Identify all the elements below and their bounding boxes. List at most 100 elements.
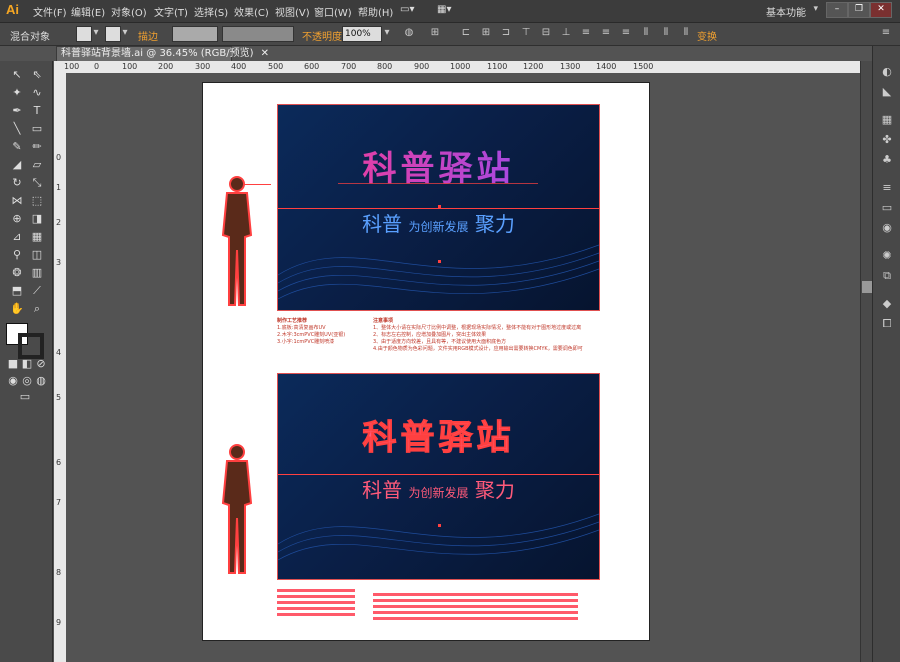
menu-effect[interactable]: 效果(C) xyxy=(234,4,269,19)
align-left-icon[interactable]: ⊏ xyxy=(460,27,472,39)
ruler-h-label: 100 xyxy=(122,62,138,71)
direct-selection-tool-icon[interactable]: ⇖ xyxy=(28,67,46,83)
arrange-documents-icon[interactable]: ▦▾ xyxy=(437,4,451,15)
swatches-panel-icon[interactable]: ▦ xyxy=(879,112,895,128)
ruler-h-label: 300 xyxy=(195,62,211,71)
align-center-icon[interactable]: ⊞ xyxy=(480,27,492,39)
panel-menu-icon[interactable]: ≡ xyxy=(880,27,892,39)
gradient-panel-icon[interactable]: ▭ xyxy=(879,200,895,216)
distribute-middle-icon[interactable]: ≡ xyxy=(600,27,612,39)
align-middle-icon[interactable]: ⊟ xyxy=(540,27,552,39)
align-bottom-icon[interactable]: ⊥ xyxy=(560,27,572,39)
symbol-sprayer-tool-icon[interactable]: ❂ xyxy=(8,265,26,281)
fill-dropdown-icon[interactable]: ▾ xyxy=(90,27,102,39)
blob-brush-tool-icon[interactable]: ◢ xyxy=(8,157,26,173)
opacity-field[interactable]: 100% xyxy=(342,26,382,42)
brushes-panel-icon[interactable]: ✤ xyxy=(879,132,895,148)
free-transform-tool-icon[interactable]: ⬚ xyxy=(28,193,46,209)
graph-tool-icon[interactable]: ▥ xyxy=(28,265,46,281)
type-tool-icon[interactable]: T xyxy=(28,103,46,119)
live-paint-tool-icon[interactable]: ◨ xyxy=(28,211,46,227)
app-logo: Ai xyxy=(6,2,19,17)
distribute-center-icon[interactable]: ⫴ xyxy=(660,27,672,39)
distribute-bottom-icon[interactable]: ≡ xyxy=(620,27,632,39)
canvas[interactable]: 科普驿站 科普 为创新发展 聚力 制作工艺推荐 1.底板:高清复画布UV 2.木… xyxy=(66,73,860,662)
symbols-panel-icon[interactable]: ♣ xyxy=(879,152,895,168)
shape-builder-tool-icon[interactable]: ⊕ xyxy=(8,211,26,227)
artboards-panel-icon[interactable]: ⧠ xyxy=(879,316,895,332)
color-panel-icon[interactable]: ◐ xyxy=(879,64,895,80)
artboard-tool-icon[interactable]: ⬒ xyxy=(8,283,26,299)
design-panel-bottom[interactable]: 科普驿站 科普 为创新发展 聚力 xyxy=(277,373,600,580)
blend-tool-icon[interactable]: ◫ xyxy=(28,247,46,263)
distribute-right-icon[interactable]: ⫴ xyxy=(680,27,692,39)
rotate-tool-icon[interactable]: ↻ xyxy=(8,175,26,191)
design-panel-top[interactable]: 科普驿站 科普 为创新发展 聚力 xyxy=(277,104,600,311)
hand-tool-icon[interactable]: ✋ xyxy=(8,301,26,317)
pencil-tool-icon[interactable]: ✏ xyxy=(28,139,46,155)
graphic-styles-icon[interactable]: ⧉ xyxy=(879,268,895,284)
recolor-artwork-icon[interactable]: ◍ xyxy=(403,27,415,39)
workspace-switcher[interactable]: 基本功能 xyxy=(766,4,806,19)
isolate-group-icon[interactable]: ⊞ xyxy=(429,27,441,39)
draw-inside-icon[interactable]: ◍ xyxy=(32,373,50,389)
opacity-label[interactable]: 不透明度 xyxy=(302,28,342,43)
zoom-tool-icon[interactable]: ⌕ xyxy=(28,301,46,317)
bridge-icon[interactable]: ▭▾ xyxy=(400,4,414,15)
menu-window[interactable]: 窗口(W) xyxy=(314,4,352,19)
stroke-panel-icon[interactable]: ≡ xyxy=(879,180,895,196)
menu-edit[interactable]: 编辑(E) xyxy=(71,4,105,19)
menu-select[interactable]: 选择(S) xyxy=(194,4,228,19)
menu-view[interactable]: 视图(V) xyxy=(275,4,310,19)
transparency-panel-icon[interactable]: ◉ xyxy=(879,220,895,236)
align-top-icon[interactable]: ⊤ xyxy=(520,27,532,39)
pen-tool-icon[interactable]: ✒ xyxy=(8,103,26,119)
color-guide-icon[interactable]: ◣ xyxy=(879,84,895,100)
width-tool-icon[interactable]: ⋈ xyxy=(8,193,26,209)
menu-type[interactable]: 文字(T) xyxy=(154,4,188,19)
stroke-weight-field[interactable] xyxy=(172,26,218,42)
scale-tool-icon[interactable]: ⤡ xyxy=(28,175,46,191)
stroke-label[interactable]: 描边 xyxy=(138,28,158,43)
lasso-tool-icon[interactable]: ∿ xyxy=(28,85,46,101)
ruler-h-label: 200 xyxy=(158,62,174,71)
none-mode-icon[interactable]: ⊘ xyxy=(32,356,50,372)
line-tool-icon[interactable]: ╲ xyxy=(8,121,26,137)
document-tab-close-icon[interactable]: ✕ xyxy=(261,48,269,59)
appearance-panel-icon[interactable]: ✺ xyxy=(879,248,895,264)
workspace-chevron-icon[interactable]: ▾ xyxy=(813,4,818,14)
opacity-dropdown-icon[interactable]: ▾ xyxy=(381,27,393,39)
human-silhouette-figure[interactable] xyxy=(217,175,257,310)
paintbrush-tool-icon[interactable]: ✎ xyxy=(8,139,26,155)
menu-file[interactable]: 文件(F) xyxy=(33,4,67,19)
layers-panel-icon[interactable]: ◆ xyxy=(879,296,895,312)
selection-tool-icon[interactable]: ↖ xyxy=(8,67,26,83)
menu-object[interactable]: 对象(O) xyxy=(111,4,147,19)
slice-tool-icon[interactable]: ⟋ xyxy=(28,283,46,299)
notes-attention-item: 3、由于适度方向较差，且具有等，不建议使用大面积底色方 xyxy=(373,339,507,345)
mesh-tool-icon[interactable]: ▦ xyxy=(28,229,46,245)
menu-help[interactable]: 帮助(H) xyxy=(358,4,393,19)
close-button[interactable]: ✕ xyxy=(870,2,892,18)
screen-mode-icon[interactable]: ▭ xyxy=(16,389,34,405)
human-silhouette-figure[interactable] xyxy=(217,443,257,578)
magic-wand-tool-icon[interactable]: ✦ xyxy=(8,85,26,101)
perspective-grid-tool-icon[interactable]: ⊿ xyxy=(8,229,26,245)
stroke-dropdown-icon[interactable]: ▾ xyxy=(119,27,131,39)
distribute-left-icon[interactable]: ⫴ xyxy=(640,27,652,39)
document-tab[interactable]: 科普驿站背景墙.ai @ 36.45% (RGB/预览) ✕ xyxy=(56,46,269,62)
eraser-tool-icon[interactable]: ▱ xyxy=(28,157,46,173)
scrollbar-thumb[interactable] xyxy=(862,281,872,293)
variable-width-profile[interactable] xyxy=(222,26,294,42)
ruler-v-label: 9 xyxy=(56,618,62,627)
eyedropper-tool-icon[interactable]: ⚲ xyxy=(8,247,26,263)
restore-button[interactable]: ❐ xyxy=(848,2,870,18)
transform-label[interactable]: 变换 xyxy=(697,28,717,43)
minimize-button[interactable]: – xyxy=(826,2,848,18)
artboard[interactable]: 科普驿站 科普 为创新发展 聚力 制作工艺推荐 1.底板:高清复画布UV 2.木… xyxy=(202,82,650,641)
align-right-icon[interactable]: ⊐ xyxy=(500,27,512,39)
ruler-h-label: 1300 xyxy=(560,62,581,71)
subtitle-small: 为创新发展 xyxy=(408,220,469,234)
rectangle-tool-icon[interactable]: ▭ xyxy=(28,121,46,137)
distribute-top-icon[interactable]: ≡ xyxy=(580,27,592,39)
